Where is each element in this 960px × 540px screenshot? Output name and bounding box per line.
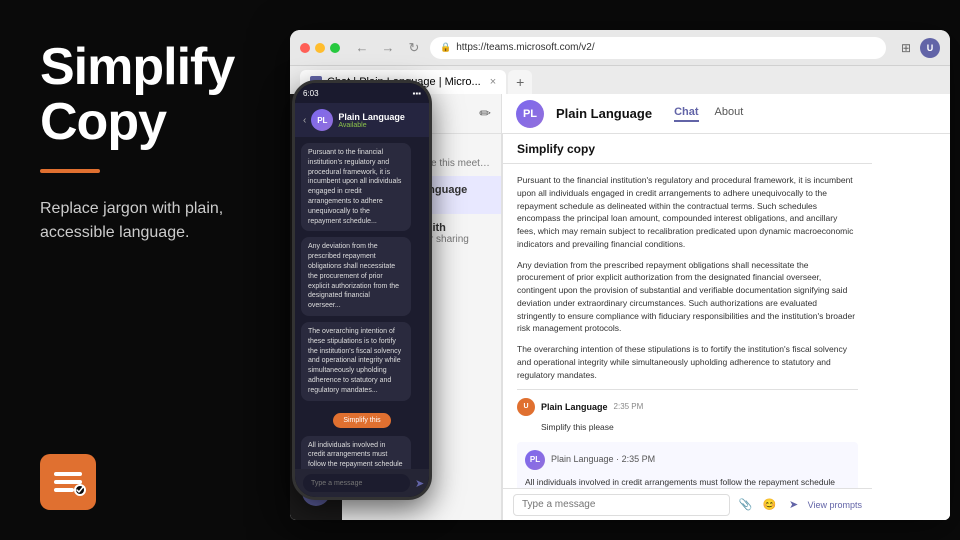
profile-avatar[interactable]: U [920, 38, 940, 58]
footer-actions: 📎 😊 ➤ View prompts [736, 495, 862, 515]
send-icon[interactable]: ➤ [784, 495, 804, 515]
minimize-button[interactable] [315, 43, 325, 53]
doc-response: PL Plain Language · 2:35 PM All individu… [517, 442, 858, 488]
simplify-prompt-bubble: Simplify this [301, 409, 423, 428]
chat-content: Simplify copy Pursuant to the financial … [502, 134, 950, 520]
tab-about[interactable]: About [715, 106, 744, 122]
new-chat-icon[interactable]: ✏ [479, 105, 491, 122]
orange-divider [40, 169, 100, 173]
forward-button[interactable]: → [378, 38, 398, 58]
main-chat-header: PL Plain Language Chat About [502, 94, 950, 134]
user-message-row: U Plain Language 2:35 PM [517, 398, 858, 416]
phone-input-bar: ➤ [295, 469, 429, 497]
response-header: PL Plain Language · 2:35 PM [525, 450, 850, 470]
response-meta: Plain Language · 2:35 PM [551, 453, 655, 467]
phone-status-icons: ▪▪▪ [412, 89, 421, 98]
phone-status-bar: 6:03 ▪▪▪ [295, 83, 429, 103]
subtext: Replace jargon with plain, accessible la… [40, 197, 260, 245]
tab-chat[interactable]: Chat [674, 106, 698, 122]
phone-send-button[interactable]: ➤ [415, 477, 424, 490]
user-message-time: 2:35 PM [614, 401, 644, 413]
pl-header-icon: PL [516, 100, 544, 128]
chat-tabs: Chat About [674, 106, 743, 122]
phone-message-3: The overarching intention of these stipu… [301, 322, 411, 401]
headline-line2: Copy [40, 95, 260, 150]
original-para-1: Pursuant to the financial institution's … [517, 174, 858, 251]
main-chat-area: PL Plain Language Chat About Simplify co… [502, 94, 950, 520]
headline-line1: Simplify [40, 40, 260, 95]
phone-response-bubble: All individuals involved in credit arran… [301, 436, 411, 469]
phone-time: 6:03 [303, 89, 319, 98]
close-button[interactable] [300, 43, 310, 53]
close-tab-icon[interactable]: × [490, 76, 496, 88]
document-panel: Simplify copy Pursuant to the financial … [502, 134, 872, 520]
left-panel: Simplify Copy Replace jargon with plain,… [0, 0, 290, 540]
address-text: https://teams.microsoft.com/v2/ [456, 42, 594, 53]
user-name-label: Plain Language [541, 401, 608, 415]
phone-chat-status: Available [338, 122, 405, 129]
phone-message-1: Pursuant to the financial institution's … [301, 143, 411, 231]
phone-chat-name: Plain Language [338, 112, 405, 122]
browser-chrome: ← → ↻ 🔒 https://teams.microsoft.com/v2/ … [290, 30, 950, 66]
traffic-lights [300, 43, 340, 53]
attach-icon[interactable]: 📎 [736, 495, 756, 515]
new-tab[interactable]: + [508, 70, 532, 94]
original-para-2: Any deviation from the prescribed repaym… [517, 259, 858, 336]
user-message-avatar: U [517, 398, 535, 416]
doc-body: Pursuant to the financial institution's … [503, 164, 872, 488]
back-button[interactable]: ← [352, 38, 372, 58]
phone-messages: Pursuant to the financial institution's … [295, 137, 429, 469]
view-prompts-button[interactable]: View prompts [808, 500, 862, 510]
left-content: Simplify Copy Replace jargon with plain,… [40, 40, 260, 245]
refresh-button[interactable]: ↻ [404, 38, 424, 58]
logo-badge [40, 454, 96, 510]
doc-header: Simplify copy [503, 134, 872, 164]
response-avatar: PL [525, 450, 545, 470]
headline: Simplify Copy [40, 40, 260, 149]
phone-mockup: 6:03 ▪▪▪ ‹ PL Plain Language Available P… [292, 80, 432, 500]
address-bar[interactable]: 🔒 https://teams.microsoft.com/v2/ [430, 37, 886, 59]
doc-divider [517, 389, 858, 390]
doc-footer: 📎 😊 ➤ View prompts [503, 488, 872, 520]
original-para-3: The overarching intention of these stipu… [517, 343, 858, 381]
phone-chat-info: Plain Language Available [338, 112, 405, 129]
maximize-button[interactable] [330, 43, 340, 53]
doc-title: Simplify copy [517, 142, 595, 156]
message-input[interactable] [513, 494, 730, 516]
phone-screen: 6:03 ▪▪▪ ‹ PL Plain Language Available P… [295, 83, 429, 497]
response-intro-text: All individuals involved in credit arran… [525, 476, 850, 488]
phone-chat-header: ‹ PL Plain Language Available [295, 103, 429, 137]
phone-message-2: Any deviation from the prescribed repaym… [301, 237, 411, 316]
simplify-prompt-btn[interactable]: Simplify this [333, 413, 390, 428]
phone-chat-avatar: PL [311, 109, 333, 131]
emoji-icon[interactable]: 😊 [760, 495, 780, 515]
extensions-icon[interactable]: ⊞ [896, 38, 916, 58]
user-message-text: Simplify this please [541, 421, 858, 434]
phone-back-button[interactable]: ‹ [303, 115, 306, 126]
phone-message-input[interactable] [303, 474, 410, 492]
main-chat-title: Plain Language [556, 106, 652, 121]
